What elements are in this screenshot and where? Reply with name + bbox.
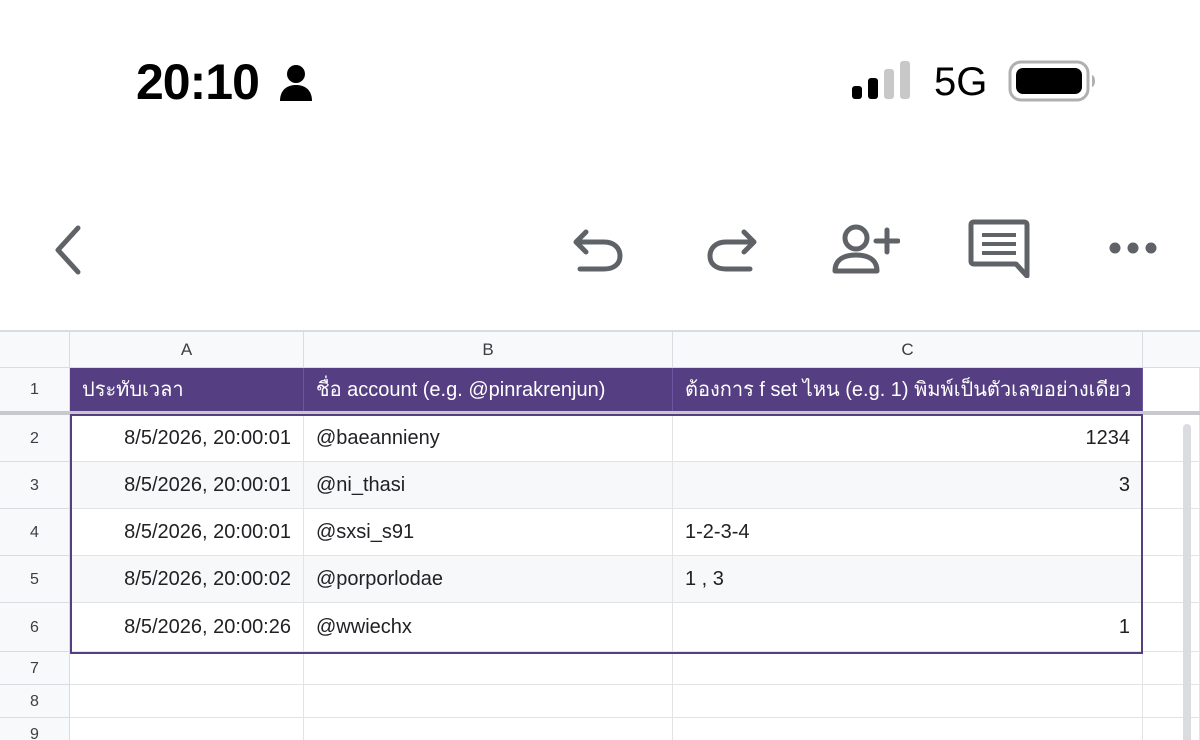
empty-cell[interactable] <box>673 652 1143 685</box>
set-cell[interactable]: 1-2-3-4 <box>673 509 1143 556</box>
undo-icon[interactable] <box>570 224 626 274</box>
vertical-scrollbar[interactable] <box>1183 424 1191 740</box>
row-header-8[interactable]: 8 <box>0 685 70 718</box>
timestamp-cell[interactable]: 8/5/2026, 20:00:26 <box>70 603 304 652</box>
row-header-5[interactable]: 5 <box>0 556 70 603</box>
select-all-corner[interactable] <box>0 332 70 368</box>
account-cell[interactable]: @sxsi_s91 <box>304 509 673 556</box>
comment-icon[interactable] <box>968 218 1030 278</box>
account-cell[interactable]: @ni_thasi <box>304 462 673 509</box>
empty-cell[interactable] <box>1143 415 1200 462</box>
column-header-row: A B C <box>0 330 1200 368</box>
toolbar <box>0 200 1200 300</box>
empty-cell[interactable] <box>1143 368 1200 412</box>
empty-cell[interactable] <box>673 685 1143 718</box>
empty-cell[interactable] <box>1143 603 1200 652</box>
account-cell[interactable]: @wwiechx <box>304 603 673 652</box>
empty-cell[interactable] <box>673 718 1143 740</box>
empty-cell[interactable] <box>1143 718 1200 740</box>
set-cell[interactable]: 1 , 3 <box>673 556 1143 603</box>
row-header-9[interactable]: 9 <box>0 718 70 740</box>
account-cell[interactable]: @baeannieny <box>304 415 673 462</box>
redo-icon[interactable] <box>704 224 760 274</box>
empty-cell[interactable] <box>1143 652 1200 685</box>
status-time: 20:10 <box>136 54 260 110</box>
row-header-7[interactable]: 7 <box>0 652 70 685</box>
timestamp-cell[interactable]: 8/5/2026, 20:00:01 <box>70 462 304 509</box>
add-person-icon[interactable] <box>830 222 900 276</box>
header-cell-b1[interactable]: ชื่อ account (e.g. @pinrakrenjun) <box>304 368 673 412</box>
header-cell-a1[interactable]: ประทับเวลา <box>70 368 304 412</box>
empty-cell[interactable] <box>1143 556 1200 603</box>
row-header-3[interactable]: 3 <box>0 462 70 509</box>
person-icon <box>280 65 312 101</box>
timestamp-cell[interactable]: 8/5/2026, 20:00:02 <box>70 556 304 603</box>
empty-cell[interactable] <box>304 718 673 740</box>
empty-cell[interactable] <box>1143 685 1200 718</box>
row-header-1[interactable]: 1 <box>0 368 70 412</box>
back-icon[interactable] <box>48 222 88 278</box>
empty-cell[interactable] <box>70 685 304 718</box>
set-cell[interactable]: 1234 <box>673 415 1143 462</box>
header-cell-c1[interactable]: ต้องการ f set ไหน (e.g. 1) พิมพ์เป็นตัวเ… <box>673 368 1143 412</box>
account-cell[interactable]: @porporlodae <box>304 556 673 603</box>
empty-cell[interactable] <box>70 718 304 740</box>
signal-icon <box>852 61 910 99</box>
network-type: 5G <box>934 60 988 104</box>
row-header-4[interactable]: 4 <box>0 509 70 556</box>
battery-icon <box>1008 60 1095 102</box>
set-cell[interactable]: 1 <box>673 603 1143 652</box>
status-bar: 20:10 5G <box>0 0 1200 160</box>
empty-cell[interactable] <box>1143 509 1200 556</box>
column-header-b[interactable]: B <box>304 332 673 368</box>
more-icon[interactable] <box>1108 236 1158 260</box>
spreadsheet-grid: A B C 1 2 3 4 5 6 7 8 9 ประทับเวลา ชื่อ … <box>0 330 1200 740</box>
empty-cell[interactable] <box>304 685 673 718</box>
timestamp-cell[interactable]: 8/5/2026, 20:00:01 <box>70 509 304 556</box>
empty-cell[interactable] <box>304 652 673 685</box>
column-header-a[interactable]: A <box>70 332 304 368</box>
empty-cell[interactable] <box>70 652 304 685</box>
timestamp-cell[interactable]: 8/5/2026, 20:00:01 <box>70 415 304 462</box>
set-cell[interactable]: 3 <box>673 462 1143 509</box>
row-header-2[interactable]: 2 <box>0 415 70 462</box>
row-header-6[interactable]: 6 <box>0 603 70 652</box>
column-header-c[interactable]: C <box>673 332 1143 368</box>
empty-cell[interactable] <box>1143 462 1200 509</box>
